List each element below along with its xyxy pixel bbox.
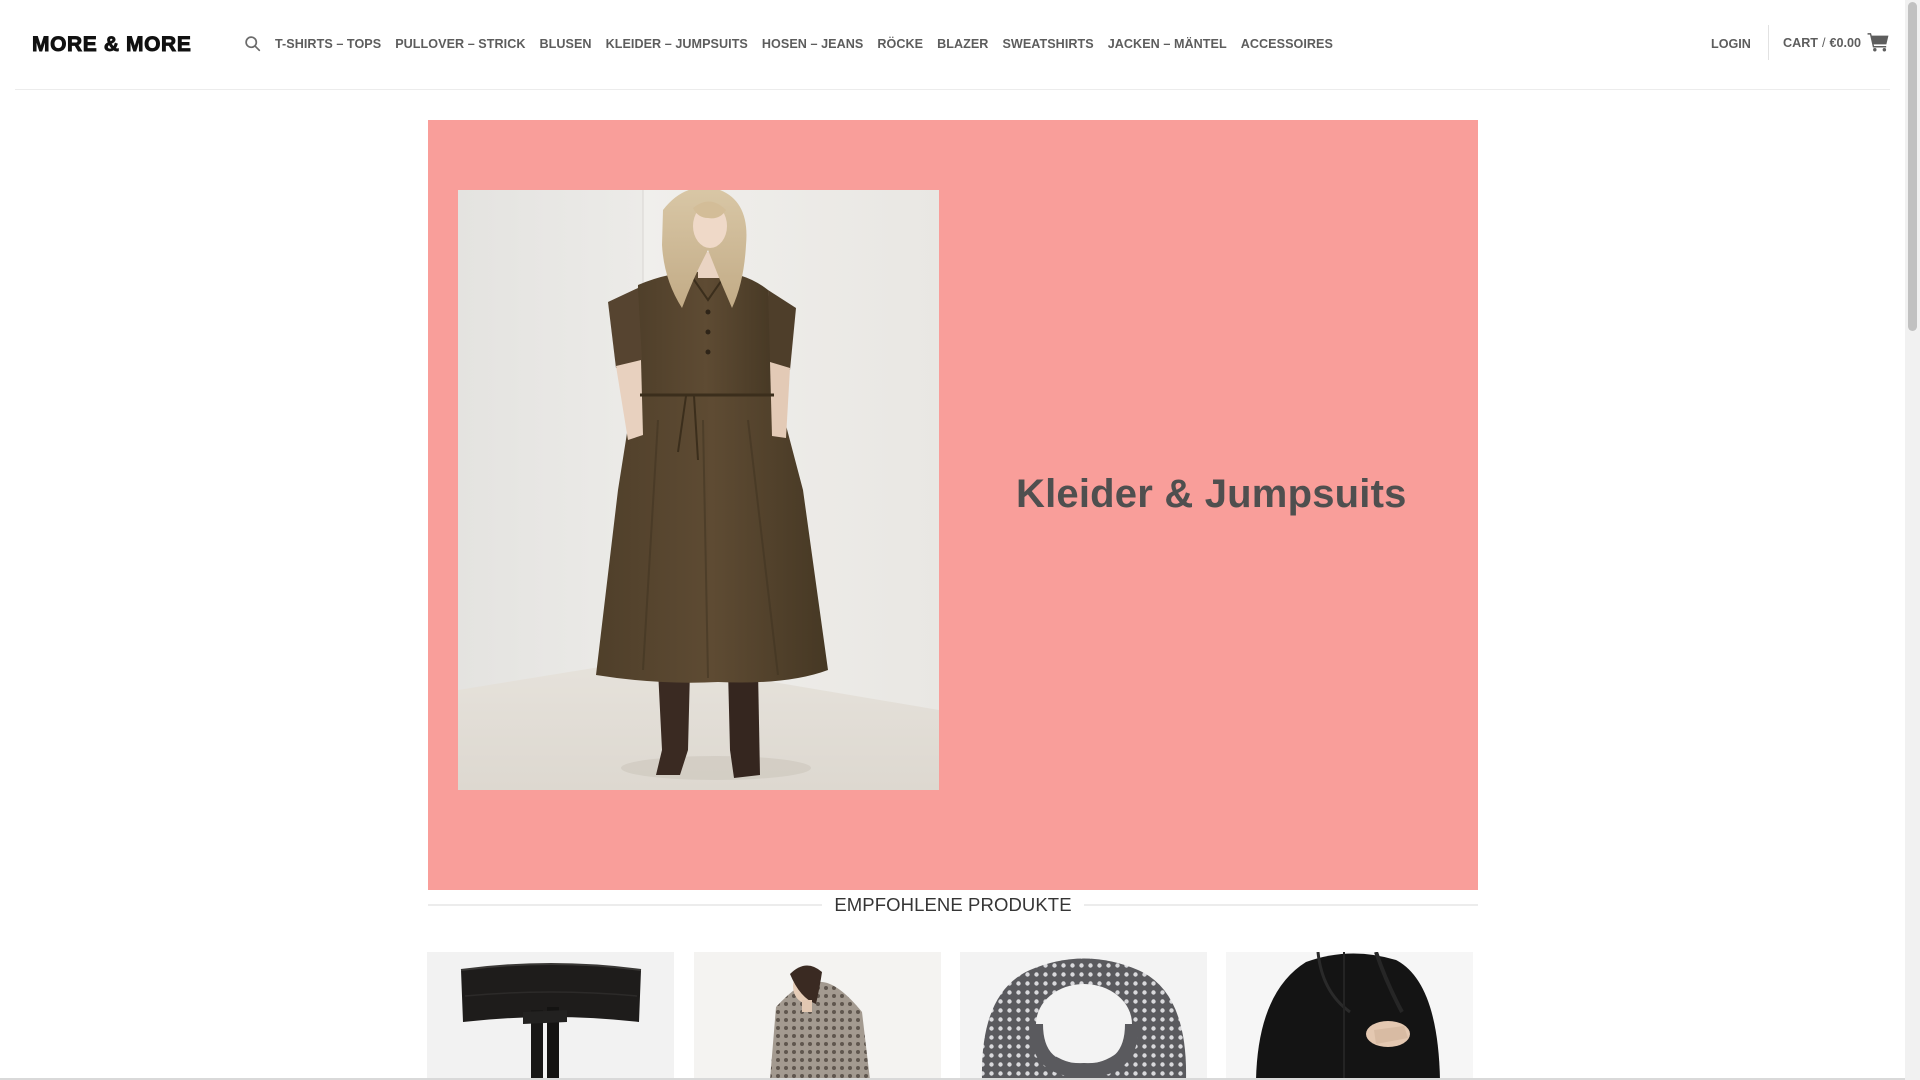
product-card-belt[interactable] bbox=[427, 952, 674, 1080]
header-divider bbox=[1768, 25, 1769, 60]
nav-item-hosen-jeans[interactable]: HOSEN – JEANS bbox=[762, 36, 863, 53]
product-card-coat[interactable] bbox=[1226, 952, 1473, 1080]
cart-separator: / bbox=[1821, 36, 1826, 50]
search-icon[interactable] bbox=[243, 34, 261, 52]
cart-total: €0.00 bbox=[1829, 35, 1861, 50]
scrollbar-thumb[interactable] bbox=[1908, 2, 1917, 331]
site-header: MORE & MORE T-SHIRTS – TOPS PULLOVER – S… bbox=[0, 0, 1905, 90]
nav-item-blusen[interactable]: BLUSEN bbox=[540, 36, 592, 53]
nav-item-tshirts-tops[interactable]: T-SHIRTS – TOPS bbox=[275, 36, 381, 53]
main-navigation: T-SHIRTS – TOPS PULLOVER – STRICK BLUSEN… bbox=[275, 36, 1347, 53]
woman-in-black-coat-with-bag-photo bbox=[1256, 952, 1440, 1080]
brand-logo[interactable]: MORE & MORE bbox=[32, 31, 192, 59]
product-card-scarf[interactable] bbox=[960, 952, 1207, 1080]
nav-item-pullover-strick[interactable]: PULLOVER – STRICK bbox=[395, 36, 525, 53]
banner-title: Kleider & Jumpsuits bbox=[1016, 472, 1407, 516]
nav-item-sweatshirts[interactable]: SWEATSHIRTS bbox=[1002, 36, 1093, 53]
black-leather-wrap-belt-photo bbox=[460, 963, 642, 1080]
login-link[interactable]: LOGIN bbox=[1711, 36, 1751, 53]
grey-patterned-scarf-photo bbox=[981, 958, 1187, 1080]
featured-products-title: EMPFOHLENE PRODUKTE bbox=[834, 894, 1072, 915]
nav-item-kleider-jumpsuits[interactable]: KLEIDER – JUMPSUITS bbox=[606, 36, 748, 53]
shopping-cart-icon bbox=[1867, 33, 1889, 52]
nav-item-jacken-maentel[interactable]: JACKEN – MÄNTEL bbox=[1108, 36, 1227, 53]
product-card-cardigan[interactable] bbox=[694, 952, 941, 1080]
product-grid bbox=[427, 952, 1477, 1080]
featured-products-heading: EMPFOHLENE PRODUKTE bbox=[428, 892, 1478, 918]
nav-item-accessoires[interactable]: ACCESSOIRES bbox=[1241, 36, 1333, 53]
woman-in-patterned-knit-cardigan-photo bbox=[770, 965, 870, 1080]
cart-label: CART bbox=[1783, 35, 1818, 50]
nav-item-blazer[interactable]: BLAZER bbox=[937, 36, 988, 53]
category-banner[interactable]: Kleider & Jumpsuits bbox=[428, 120, 1478, 890]
brand-logo-text: MORE & MORE bbox=[32, 33, 192, 57]
page-scrollbar[interactable] bbox=[1905, 0, 1920, 1080]
header-bottom-border bbox=[15, 89, 1890, 90]
nav-item-roecke[interactable]: RÖCKE bbox=[877, 36, 923, 53]
woman-in-brown-midi-dress-photo bbox=[458, 190, 939, 790]
cart-link[interactable]: CART / €0.00 bbox=[1783, 33, 1889, 52]
